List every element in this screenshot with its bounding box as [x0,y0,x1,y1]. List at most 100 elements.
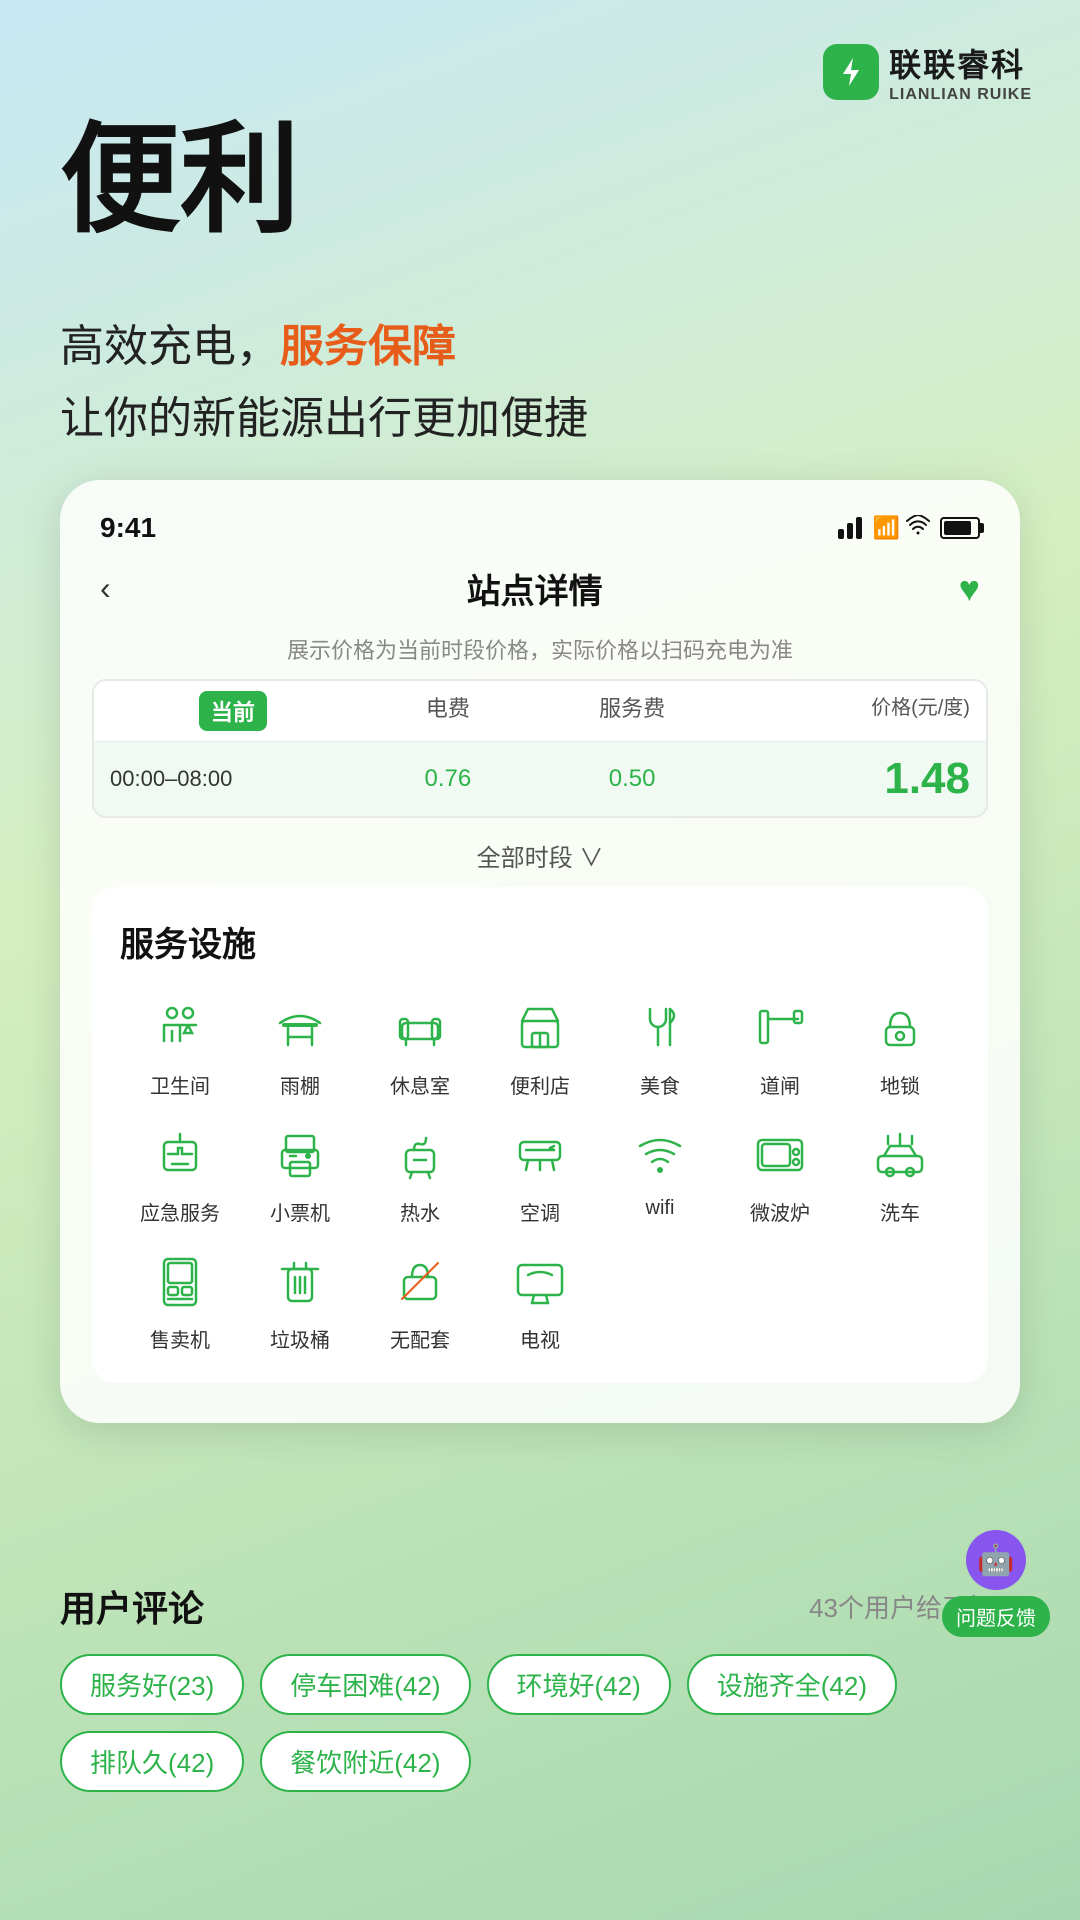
feedback-robot-icon: 🤖 [966,1530,1026,1590]
pricing-notice: 展示价格为当前时段价格，实际价格以扫码充电为准 [92,633,988,665]
facilities-card: 服务设施 卫生间 雨棚 休息室 便利店 [92,887,988,1383]
emergency-icon [145,1119,215,1189]
facility-item-gate: 道闸 [720,992,840,1099]
facility-item-none: 无配套 [360,1246,480,1353]
hero-subtitle-line2: 让你的新能源出行更加便捷 [60,382,588,446]
facility-item-emergency: 应急服务 [120,1119,240,1226]
reviews-title: 用户评论 [60,1580,204,1632]
facility-label: 道闸 [760,1070,800,1099]
current-badge: 当前 [199,691,267,731]
facility-item-hotwater: 热水 [360,1119,480,1226]
facility-item-lounge: 休息室 [360,992,480,1099]
facility-item-carwash: 洗车 [840,1119,960,1226]
food-icon [625,992,695,1062]
signal-icon [838,517,862,539]
facility-item-groundlock: 地锁 [840,992,960,1099]
battery-icon [940,517,980,539]
facility-item-trash: 垃圾桶 [240,1246,360,1353]
facility-item-canopy: 雨棚 [240,992,360,1099]
hero-subtitle: 高效充电，服务保障 让你的新能源出行更加便捷 [60,310,588,446]
review-tag[interactable]: 停车困难(42) [260,1654,470,1715]
electricity-fee: 0.76 [356,765,540,793]
lounge-icon [385,992,455,1062]
reviews-header: 用户评论 43个用户给了好评 [60,1580,1020,1632]
facility-label: 空调 [520,1197,560,1226]
wifi-status-icon: 📶 [872,515,930,541]
facilities-title: 服务设施 [120,917,960,966]
canopy-icon [265,992,335,1062]
convenience-icon [505,992,575,1062]
facility-label: 地锁 [880,1070,920,1099]
hero-subtitle-line1: 高效充电，服务保障 [60,310,588,374]
facility-item-printer: 小票机 [240,1119,360,1226]
status-bar: 9:41 📶 [92,512,988,544]
facility-item-ac: 空调 [480,1119,600,1226]
facility-label: 美食 [640,1070,680,1099]
facility-item-convenience: 便利店 [480,992,600,1099]
vending-icon [145,1246,215,1316]
facility-label: 便利店 [510,1070,570,1099]
facilities-grid: 卫生间 雨棚 休息室 便利店 美食 [120,992,960,1353]
printer-icon [265,1119,335,1189]
facility-label: 雨棚 [280,1070,320,1099]
app-header: ‹ 站点详情 ♥ [92,564,988,613]
restroom-icon [145,992,215,1062]
brand-icon [823,44,879,100]
facility-item-restroom: 卫生间 [120,992,240,1099]
feedback-button[interactable]: 🤖 问题反馈 [942,1530,1050,1637]
service-col-header: 服务费 [540,691,724,731]
facility-label: 洗车 [880,1197,920,1226]
pricing-data-row: 00:00–08:00 0.76 0.50 1.48 [94,741,986,816]
facility-item-microwave: 微波炉 [720,1119,840,1226]
facility-label: 微波炉 [750,1197,810,1226]
hero-title: 便利 [60,120,300,240]
wifi-icon [625,1119,695,1189]
none-icon [385,1246,455,1316]
carwash-icon [865,1119,935,1189]
service-fee: 0.50 [540,765,724,793]
microwave-icon [745,1119,815,1189]
electricity-col-header: 电费 [356,691,540,731]
review-tag[interactable]: 排队久(42) [60,1731,244,1792]
tv-icon [505,1246,575,1316]
facility-label: 小票机 [270,1197,330,1226]
facility-label: 应急服务 [140,1197,220,1226]
trash-icon [265,1246,335,1316]
phone-mockup: 9:41 📶 ‹ 站点详情 ♥ 展示价格为当前时段价格，实际价格以扫码充电 [60,480,1020,1423]
brand-logo: 联联睿科 LIANLIAN RUIKE [823,40,1032,104]
all-periods-button[interactable]: 全部时段 ∨ [92,832,988,879]
review-tag[interactable]: 餐饮附近(42) [260,1731,470,1792]
facility-item-wifi: wifi [600,1119,720,1226]
facility-item-food: 美食 [600,992,720,1099]
facility-label: 休息室 [390,1070,450,1099]
reviews-tags: 服务好(23) 停车困难(42) 环境好(42) 设施齐全(42) 排队久(42) 餐饮附… [60,1654,1020,1792]
facility-label: 卫生间 [150,1070,210,1099]
groundlock-icon [865,992,935,1062]
status-time: 9:41 [100,512,156,544]
brand-name: 联联睿科 LIANLIAN RUIKE [889,40,1032,104]
page-title: 站点详情 [467,564,603,613]
reviews-section: 用户评论 43个用户给了好评 服务好(23) 停车困难(42) 环境好(42) 设施齐… [60,1580,1020,1792]
time-slot: 00:00–08:00 [110,766,356,792]
feedback-label: 问题反馈 [942,1596,1050,1637]
price-col-header: 价格(元/度) [724,691,970,731]
review-tag[interactable]: 设施齐全(42) [687,1654,897,1715]
facility-item-vending: 售卖机 [120,1246,240,1353]
favorite-button[interactable]: ♥ [959,568,980,610]
status-icons: 📶 [838,515,980,541]
facility-label: 售卖机 [150,1324,210,1353]
facility-label: 热水 [400,1197,440,1226]
facility-item-tv: 电视 [480,1246,600,1353]
facility-label: 垃圾桶 [270,1324,330,1353]
review-tag[interactable]: 环境好(42) [487,1654,671,1715]
back-button[interactable]: ‹ [100,570,111,607]
review-tag[interactable]: 服务好(23) [60,1654,244,1715]
gate-icon [745,992,815,1062]
facility-label: wifi [646,1197,675,1220]
pricing-header-row: 当前 电费 服务费 价格(元/度) [94,681,986,741]
facility-label: 电视 [520,1324,560,1353]
hotwater-icon [385,1119,455,1189]
pricing-table: 当前 电费 服务费 价格(元/度) 00:00–08:00 0.76 0.50 … [92,679,988,818]
ac-icon [505,1119,575,1189]
total-price: 1.48 [724,754,970,804]
